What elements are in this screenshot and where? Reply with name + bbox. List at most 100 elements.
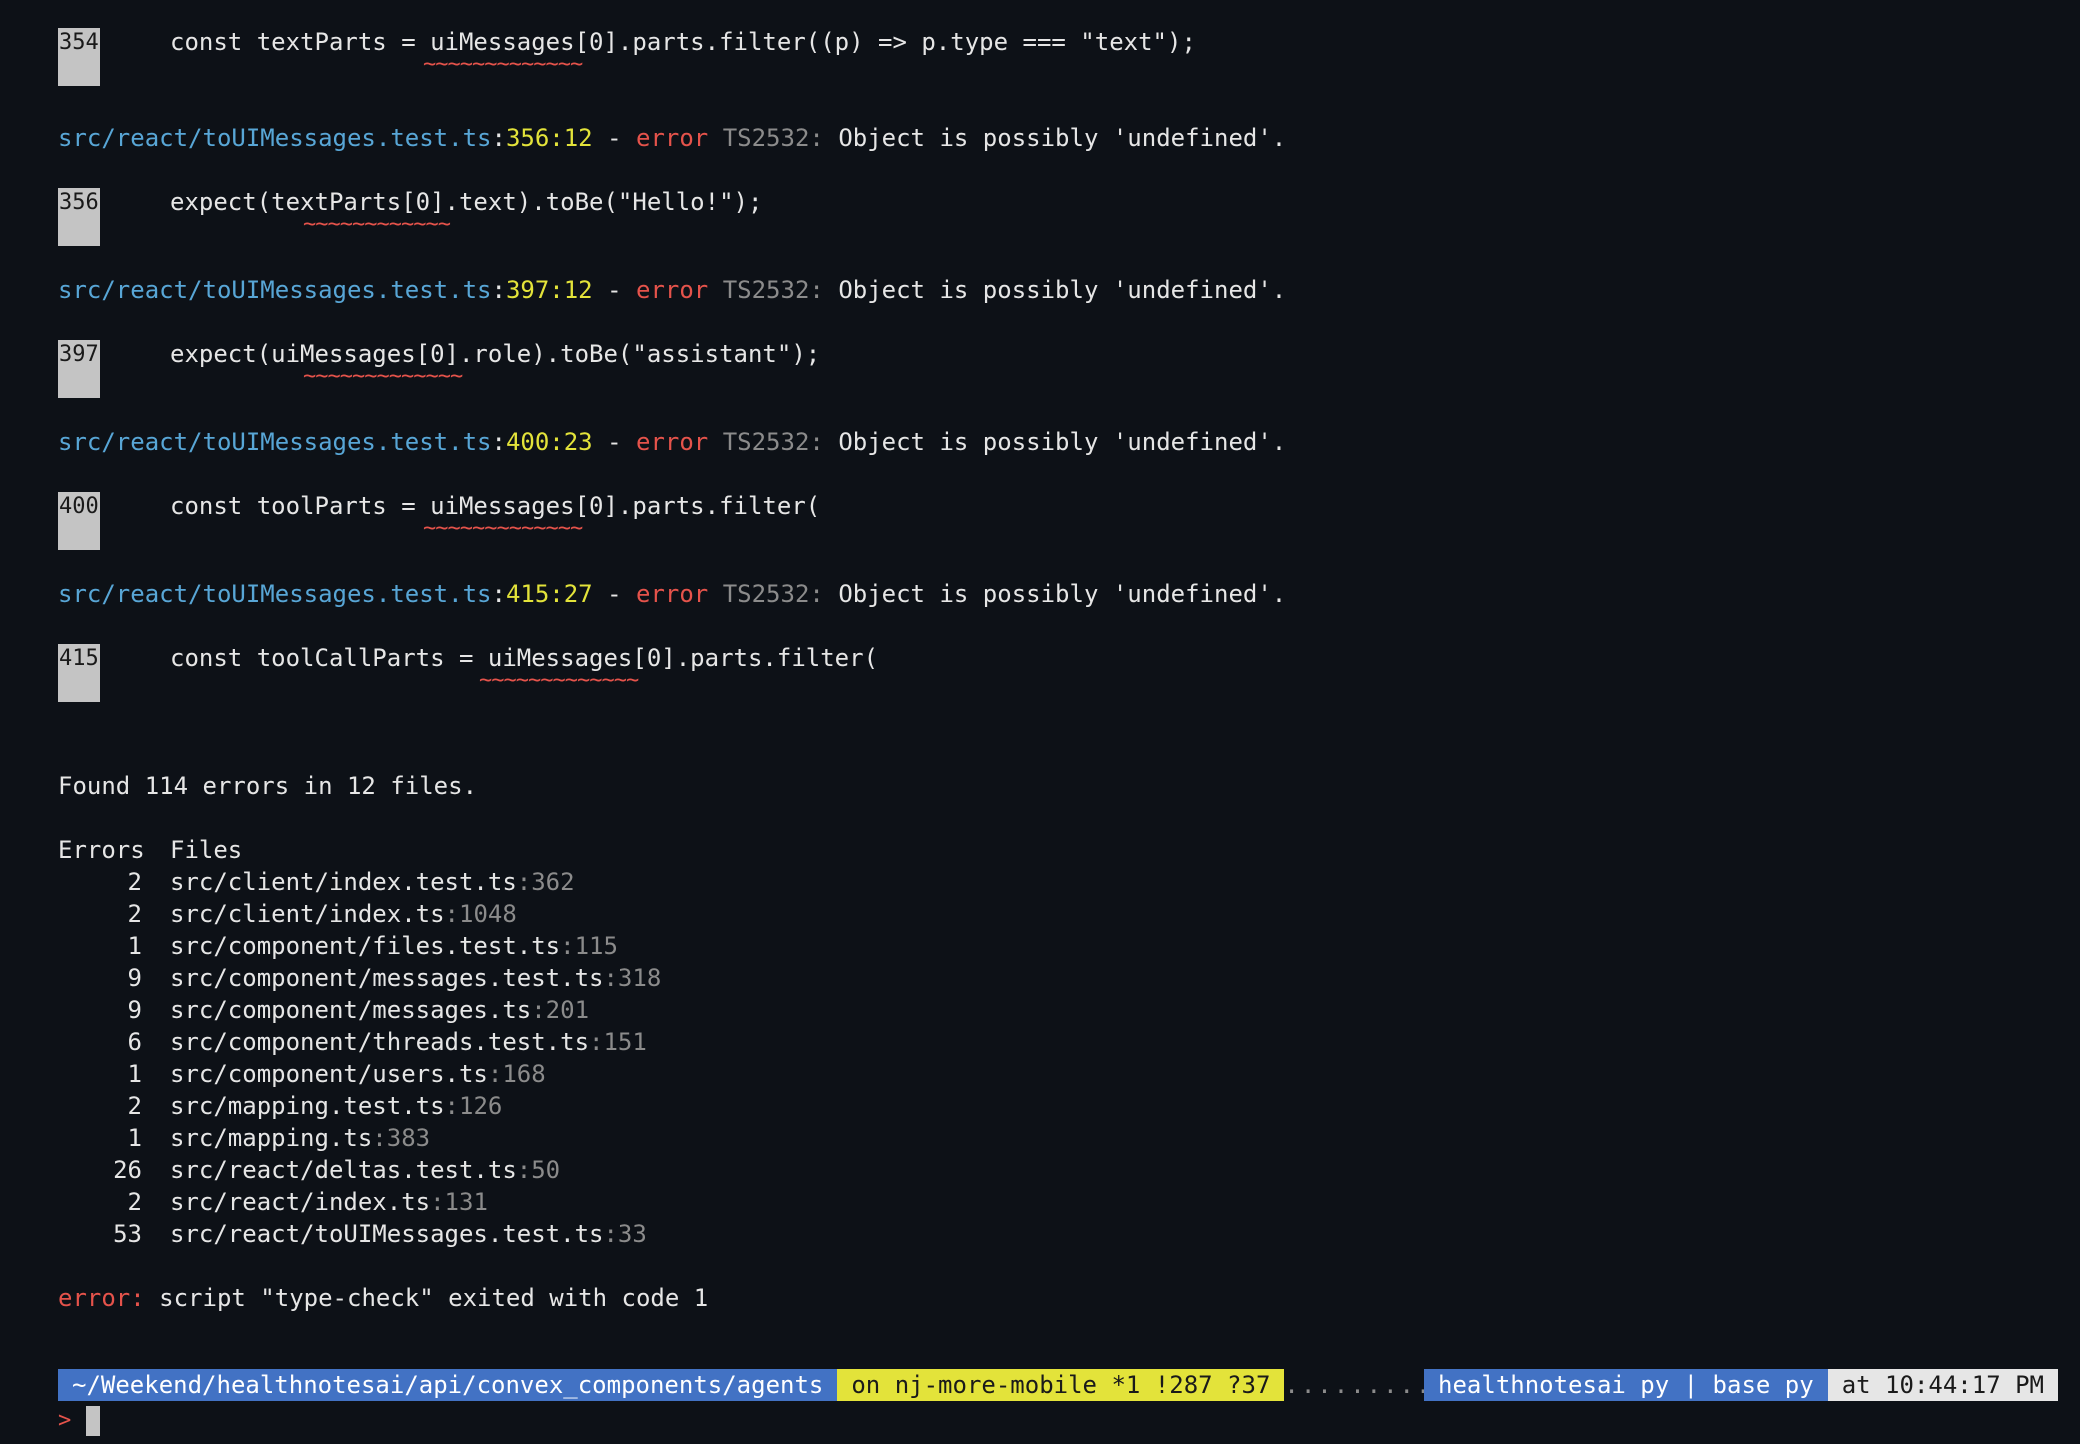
file-entry[interactable]: src/react/deltas.test.ts:50 <box>170 1154 560 1186</box>
error-code: TS2532: <box>722 276 824 304</box>
file-path[interactable]: src/react/index.ts <box>170 1188 430 1216</box>
error-header[interactable]: src/react/toUIMessages.test.ts:415:27 - … <box>58 578 2058 610</box>
file-path[interactable]: src/component/messages.ts <box>170 996 531 1024</box>
table-row: 2 src/client/index.ts:1048 <box>58 898 2058 930</box>
code-line: expect(uiMessages[0].role).toBe("assista… <box>170 340 821 368</box>
errors-files-table: Errors Files 2 src/client/index.test.ts:36… <box>58 834 2058 1250</box>
prompt-filler: ........................................… <box>1284 1371 1424 1399</box>
prompt-chevron-icon: > <box>58 1408 72 1433</box>
error-count: 2 <box>127 900 142 928</box>
error-header[interactable]: src/react/toUIMessages.test.ts:400:23 - … <box>58 426 2058 458</box>
file-path[interactable]: src/react/toUIMessages.test.ts <box>170 1220 603 1248</box>
error-code: TS2532: <box>722 124 824 152</box>
file-path[interactable]: src/component/messages.test.ts <box>170 964 603 992</box>
error-squiggle: ~~~~~~~~~~~~~ <box>423 52 583 77</box>
error-squiggle: ~~~~~~~~~~~~~ <box>423 516 583 541</box>
file-line-number: :201 <box>531 996 590 1024</box>
code-line: expect(textParts[0].text).toBe("Hello!")… <box>170 188 763 216</box>
file-entry[interactable]: src/component/users.ts:168 <box>170 1058 546 1090</box>
prompt-time: at 10:44:17 PM <box>1827 1369 2058 1401</box>
code-snippet: 356 expect(textParts[0].text).toBe("Hell… <box>58 186 2058 250</box>
error-file-path[interactable]: src/react/toUIMessages.test.ts <box>58 124 491 152</box>
file-line-number: :318 <box>603 964 662 992</box>
code-snippet: 397 expect(uiMessages[0].role).toBe("ass… <box>58 338 2058 402</box>
file-entry[interactable]: src/react/index.ts:131 <box>170 1186 488 1218</box>
file-path[interactable]: src/mapping.test.ts <box>170 1092 445 1120</box>
error-count: 9 <box>127 964 142 992</box>
line-number: 397 <box>58 340 100 398</box>
file-line-number: :151 <box>589 1028 647 1056</box>
prompt-cwd: ~/Weekend/healthnotesai/api/convex_compo… <box>58 1369 838 1401</box>
file-path[interactable]: src/client/index.ts <box>170 900 445 928</box>
file-entry[interactable]: src/component/messages.ts:201 <box>170 994 589 1026</box>
code-snippet: 400 const toolParts = uiMessages[0].part… <box>58 490 2058 554</box>
file-line-number: :131 <box>430 1188 488 1216</box>
file-line-number: :115 <box>560 932 618 960</box>
error-location: 356:12 <box>505 124 593 152</box>
script-error-message: script "type-check" exited with code 1 <box>144 1284 709 1312</box>
table-row: 1 src/mapping.ts:383 <box>58 1122 2058 1154</box>
table-row: 1 src/component/users.ts:168 <box>58 1058 2058 1090</box>
file-path[interactable]: src/client/index.test.ts <box>170 868 517 896</box>
error-header[interactable]: src/react/toUIMessages.test.ts:397:12 - … <box>58 274 2058 306</box>
error-level: error <box>636 428 709 456</box>
file-line-number: :383 <box>372 1124 431 1152</box>
error-count: 6 <box>127 1028 142 1056</box>
table-row: 9 src/component/messages.test.ts:318 <box>58 962 2058 994</box>
file-entry[interactable]: src/mapping.ts:383 <box>170 1122 430 1154</box>
file-path[interactable]: src/component/files.test.ts <box>170 932 560 960</box>
file-entry[interactable]: src/react/toUIMessages.test.ts:33 <box>170 1218 647 1250</box>
table-row: 2 src/client/index.test.ts:362 <box>58 866 2058 898</box>
file-entry[interactable]: src/component/threads.test.ts:151 <box>170 1026 647 1058</box>
error-message: Object is possibly 'undefined'. <box>838 124 1287 152</box>
file-line-number: :33 <box>603 1220 647 1248</box>
error-squiggle: ~~~~~~~~~~~~~ <box>479 668 639 693</box>
error-squiggle: ~~~~~~~~~~~~ <box>303 212 451 237</box>
table-row: 1 src/component/files.test.ts:115 <box>58 930 2058 962</box>
line-number: 356 <box>58 188 100 246</box>
error-message: Object is possibly 'undefined'. <box>838 580 1287 608</box>
command-input-line[interactable]: > <box>58 1405 100 1437</box>
error-level: error <box>636 124 709 152</box>
text-cursor[interactable] <box>86 1406 100 1436</box>
error-squiggle: ~~~~~~~~~~~~~ <box>303 364 463 389</box>
table-row: 26 src/react/deltas.test.ts:50 <box>58 1154 2058 1186</box>
error-level: error <box>636 276 709 304</box>
file-path[interactable]: src/mapping.ts <box>170 1124 372 1152</box>
error-message: Object is possibly 'undefined'. <box>838 428 1287 456</box>
error-count: 1 <box>127 1124 142 1152</box>
error-location: 415:27 <box>505 580 593 608</box>
file-path[interactable]: src/component/users.ts <box>170 1060 488 1088</box>
file-entry[interactable]: src/component/files.test.ts:115 <box>170 930 618 962</box>
script-error-label: error: <box>58 1284 145 1312</box>
error-location: 400:23 <box>505 428 593 456</box>
error-file-path[interactable]: src/react/toUIMessages.test.ts <box>58 428 491 456</box>
header-errors: Errors <box>58 836 145 864</box>
file-line-number: :126 <box>444 1092 503 1120</box>
file-path[interactable]: src/react/deltas.test.ts <box>170 1156 517 1184</box>
file-line-number: :362 <box>516 868 575 896</box>
error-count: 2 <box>127 1092 142 1120</box>
error-file-path[interactable]: src/react/toUIMessages.test.ts <box>58 580 491 608</box>
error-level: error <box>636 580 709 608</box>
code-snippet: 354 const textParts = uiMessages[0].part… <box>58 26 2058 90</box>
file-path[interactable]: src/component/threads.test.ts <box>170 1028 589 1056</box>
file-entry[interactable]: src/client/index.ts:1048 <box>170 898 517 930</box>
prompt-env: healthnotesai py | base py <box>1424 1369 1828 1401</box>
error-count: 53 <box>113 1220 142 1248</box>
table-row: 6 src/component/threads.test.ts:151 <box>58 1026 2058 1058</box>
error-code: TS2532: <box>722 428 824 456</box>
error-count: 26 <box>113 1156 142 1184</box>
error-count: 1 <box>127 932 142 960</box>
error-file-path[interactable]: src/react/toUIMessages.test.ts <box>58 276 491 304</box>
error-count: 2 <box>127 1188 142 1216</box>
file-entry[interactable]: src/mapping.test.ts:126 <box>170 1090 502 1122</box>
error-message: Object is possibly 'undefined'. <box>838 276 1287 304</box>
error-code: TS2532: <box>722 580 824 608</box>
error-header[interactable]: src/react/toUIMessages.test.ts:356:12 - … <box>58 122 2058 154</box>
file-entry[interactable]: src/component/messages.test.ts:318 <box>170 962 661 994</box>
line-number: 400 <box>58 492 100 550</box>
file-line-number: :50 <box>516 1156 561 1184</box>
file-entry[interactable]: src/client/index.test.ts:362 <box>170 866 575 898</box>
error-count: 9 <box>127 996 142 1024</box>
